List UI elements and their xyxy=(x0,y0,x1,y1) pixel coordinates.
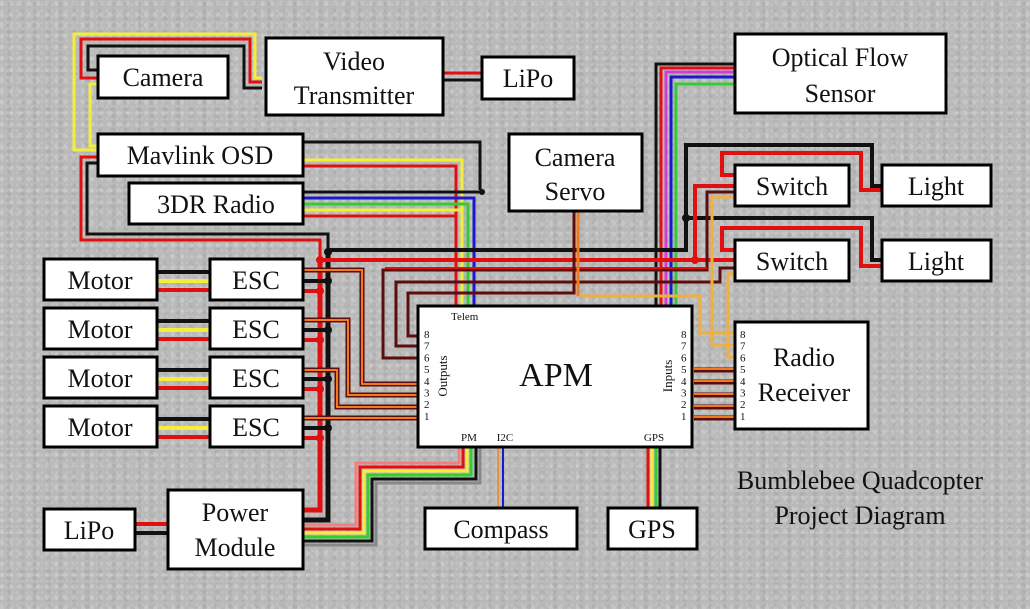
apm-output-pin: 1 xyxy=(424,411,430,423)
gps-label: GPS xyxy=(628,515,676,544)
motor-label: Motor xyxy=(68,413,133,442)
apm-output-pin: 4 xyxy=(424,376,430,388)
video-tx-label-2: Transmitter xyxy=(294,81,415,110)
apm-output-pin: 6 xyxy=(424,352,430,364)
gps-box: GPS xyxy=(606,506,699,551)
apm-inputs-label: Inputs xyxy=(660,360,675,393)
camera-box: Camera xyxy=(96,54,230,100)
radio-receiver-label-1: Radio xyxy=(773,343,835,372)
apm-input-pin: 6 xyxy=(681,352,687,364)
motor-box-3: Motor xyxy=(42,355,159,400)
mavlink-osd-box: Mavlink OSD xyxy=(96,132,305,178)
camera-servo-label-1: Camera xyxy=(535,143,616,172)
apm-gps-port: GPS xyxy=(644,432,664,444)
diagram-title-line-1: Bumblebee Quadcopter xyxy=(737,466,984,495)
gps-ribbon xyxy=(646,448,662,508)
receiver-pin: 6 xyxy=(740,352,746,364)
camera-label: Camera xyxy=(123,63,204,92)
optical-flow-label-2: Sensor xyxy=(805,79,876,108)
esc-label: ESC xyxy=(232,315,280,344)
apm-input-pin: 1 xyxy=(681,411,687,423)
switch-1-box: Switch xyxy=(733,163,851,208)
apm-input-pin: 5 xyxy=(681,364,687,376)
apm-output-pin: 5 xyxy=(424,364,430,376)
apm-input-pin: 3 xyxy=(681,388,687,400)
switch-1-label: Switch xyxy=(756,172,828,201)
apm-output-pin: 2 xyxy=(424,399,430,411)
esc-box-2: ESC xyxy=(208,306,305,351)
radio-3dr-box: 3DR Radio xyxy=(127,181,305,226)
apm-outputs-label: Outputs xyxy=(435,355,450,396)
compass-box: Compass xyxy=(423,506,579,551)
motor-box-1: Motor xyxy=(42,257,159,302)
apm-box: APM Telem Outputs Inputs PM I2C GPS 8765… xyxy=(416,304,694,449)
esc-box-1: ESC xyxy=(208,257,305,302)
lipo-bottom-box: LiPo xyxy=(42,507,137,552)
receiver-pin: 7 xyxy=(740,341,746,353)
receiver-pin: 4 xyxy=(740,376,746,388)
receiver-pin: 5 xyxy=(740,364,746,376)
radio-receiver-box: Radio Receiver 87654321 xyxy=(733,320,870,431)
power-module-label-1: Power xyxy=(202,498,269,527)
esc-label: ESC xyxy=(232,364,280,393)
apm-output-pin: 7 xyxy=(424,341,430,353)
power-rail xyxy=(303,260,323,513)
light-2-box: Light xyxy=(880,238,993,283)
compass-label: Compass xyxy=(453,515,548,544)
esc-label: ESC xyxy=(232,266,280,295)
lipo-top-box: LiPo xyxy=(480,55,576,101)
video-tx-label-1: Video xyxy=(323,47,385,76)
motor-label: Motor xyxy=(68,315,133,344)
apm-input-pins: 87654321 xyxy=(681,329,687,423)
apm-label: APM xyxy=(519,357,593,394)
radio-3dr-label: 3DR Radio xyxy=(157,190,275,219)
camera-servo-label-2: Servo xyxy=(545,177,606,206)
motor-box-4: Motor xyxy=(42,404,159,449)
esc-label: ESC xyxy=(232,413,280,442)
esc-power-taps xyxy=(303,279,328,440)
esc-box-4: ESC xyxy=(208,404,305,449)
switch-2-box: Switch xyxy=(733,238,851,283)
motor-label: Motor xyxy=(68,266,133,295)
apm-i2c-port: I2C xyxy=(497,432,514,444)
apm-input-pin: 2 xyxy=(681,399,687,411)
receiver-pin: 3 xyxy=(740,388,746,400)
esc-box-3: ESC xyxy=(208,355,305,400)
mavlink-osd-label: Mavlink OSD xyxy=(127,141,274,170)
receiver-pins: 87654321 xyxy=(740,329,746,423)
receiver-pin: 8 xyxy=(740,329,746,341)
apm-output-pin: 8 xyxy=(424,329,430,341)
receiver-input-wires xyxy=(694,367,735,421)
lipo-bottom-label: LiPo xyxy=(64,516,115,545)
radio-receiver-label-2: Receiver xyxy=(758,378,851,407)
apm-telem-port: Telem xyxy=(451,311,479,323)
motor-box-2: Motor xyxy=(42,306,159,351)
switch-2-label: Switch xyxy=(756,247,828,276)
apm-input-pin: 8 xyxy=(681,329,687,341)
optical-flow-label-1: Optical Flow xyxy=(772,43,909,72)
receiver-pin: 1 xyxy=(740,411,746,423)
video-transmitter-box: Video Transmitter xyxy=(264,36,445,117)
light-2-label: Light xyxy=(908,247,965,276)
motor-esc-wires xyxy=(157,270,210,439)
camera-servo-box: Camera Servo xyxy=(507,132,644,213)
apm-pm-port: PM xyxy=(461,432,477,444)
light-1-box: Light xyxy=(880,163,993,208)
apm-input-pin: 7 xyxy=(681,341,687,353)
motor-label: Motor xyxy=(68,364,133,393)
apm-output-pin: 3 xyxy=(424,388,430,400)
wiring-diagram: Camera Video Transmitter LiPo Optical Fl… xyxy=(42,32,993,571)
receiver-pin: 2 xyxy=(740,399,746,411)
light-1-label: Light xyxy=(908,172,965,201)
power-module-box: Power Module xyxy=(166,488,305,571)
lipo-top-label: LiPo xyxy=(503,64,554,93)
apm-input-pin: 4 xyxy=(681,376,687,388)
apm-output-pins: 87654321 xyxy=(424,329,430,423)
optical-flow-box: Optical Flow Sensor xyxy=(733,32,948,115)
power-module-label-2: Module xyxy=(195,533,276,562)
diagram-title-line-2: Project Diagram xyxy=(774,501,945,530)
